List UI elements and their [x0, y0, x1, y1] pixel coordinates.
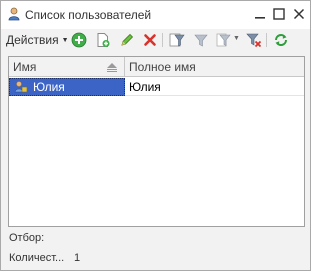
column-header-full-name[interactable]: Полное имя — [125, 57, 304, 77]
count-label: Количест... — [9, 252, 65, 264]
users-table[interactable]: Имя Полное имя Юлия Юлия — [8, 56, 305, 227]
cell-text: Юлия — [33, 80, 65, 94]
minimize-icon[interactable] — [252, 6, 268, 22]
user-icon — [14, 80, 28, 94]
edit-icon[interactable] — [118, 31, 136, 49]
cell-text: Юлия — [129, 80, 161, 94]
filter-by-value-icon[interactable] — [192, 31, 210, 49]
filter-label: Отбор: — [9, 232, 45, 244]
column-header-label: Имя — [13, 60, 37, 74]
filter-history-icon[interactable] — [215, 31, 233, 49]
refresh-icon[interactable] — [272, 31, 290, 49]
table-header: Имя Полное имя — [9, 57, 304, 77]
column-header-name[interactable]: Имя — [9, 57, 125, 77]
table-row[interactable]: Юлия Юлия — [9, 78, 304, 96]
chevron-down-icon: ▼ — [61, 36, 69, 44]
toolbar: Действия ▼ ▼ — [1, 29, 310, 51]
filter-icon[interactable] — [168, 31, 186, 49]
count-value: 1 — [74, 252, 81, 264]
toolbar-separator — [266, 33, 267, 47]
close-icon[interactable] — [291, 6, 307, 22]
cell-full-name[interactable]: Юлия — [125, 78, 304, 96]
toolbar-separator — [162, 33, 163, 47]
clear-filter-icon[interactable] — [245, 31, 263, 49]
title-bar: Список пользователей — [1, 1, 310, 29]
user-icon — [7, 7, 21, 21]
actions-label: Действия — [6, 33, 59, 47]
copy-icon[interactable] — [94, 31, 112, 49]
users-list-window: Список пользователей Действия ▼ ▼ Имя По… — [0, 0, 311, 271]
column-header-label: Полное имя — [129, 60, 196, 74]
chevron-down-icon[interactable]: ▼ — [233, 35, 240, 42]
actions-menu-button[interactable]: Действия ▼ — [6, 31, 69, 49]
maximize-icon[interactable] — [271, 6, 287, 22]
window-title: Список пользователей — [25, 8, 152, 22]
add-icon[interactable] — [70, 31, 88, 49]
delete-icon[interactable] — [141, 31, 159, 49]
sort-ascending-icon — [106, 62, 118, 72]
cell-name[interactable]: Юлия — [9, 78, 125, 96]
